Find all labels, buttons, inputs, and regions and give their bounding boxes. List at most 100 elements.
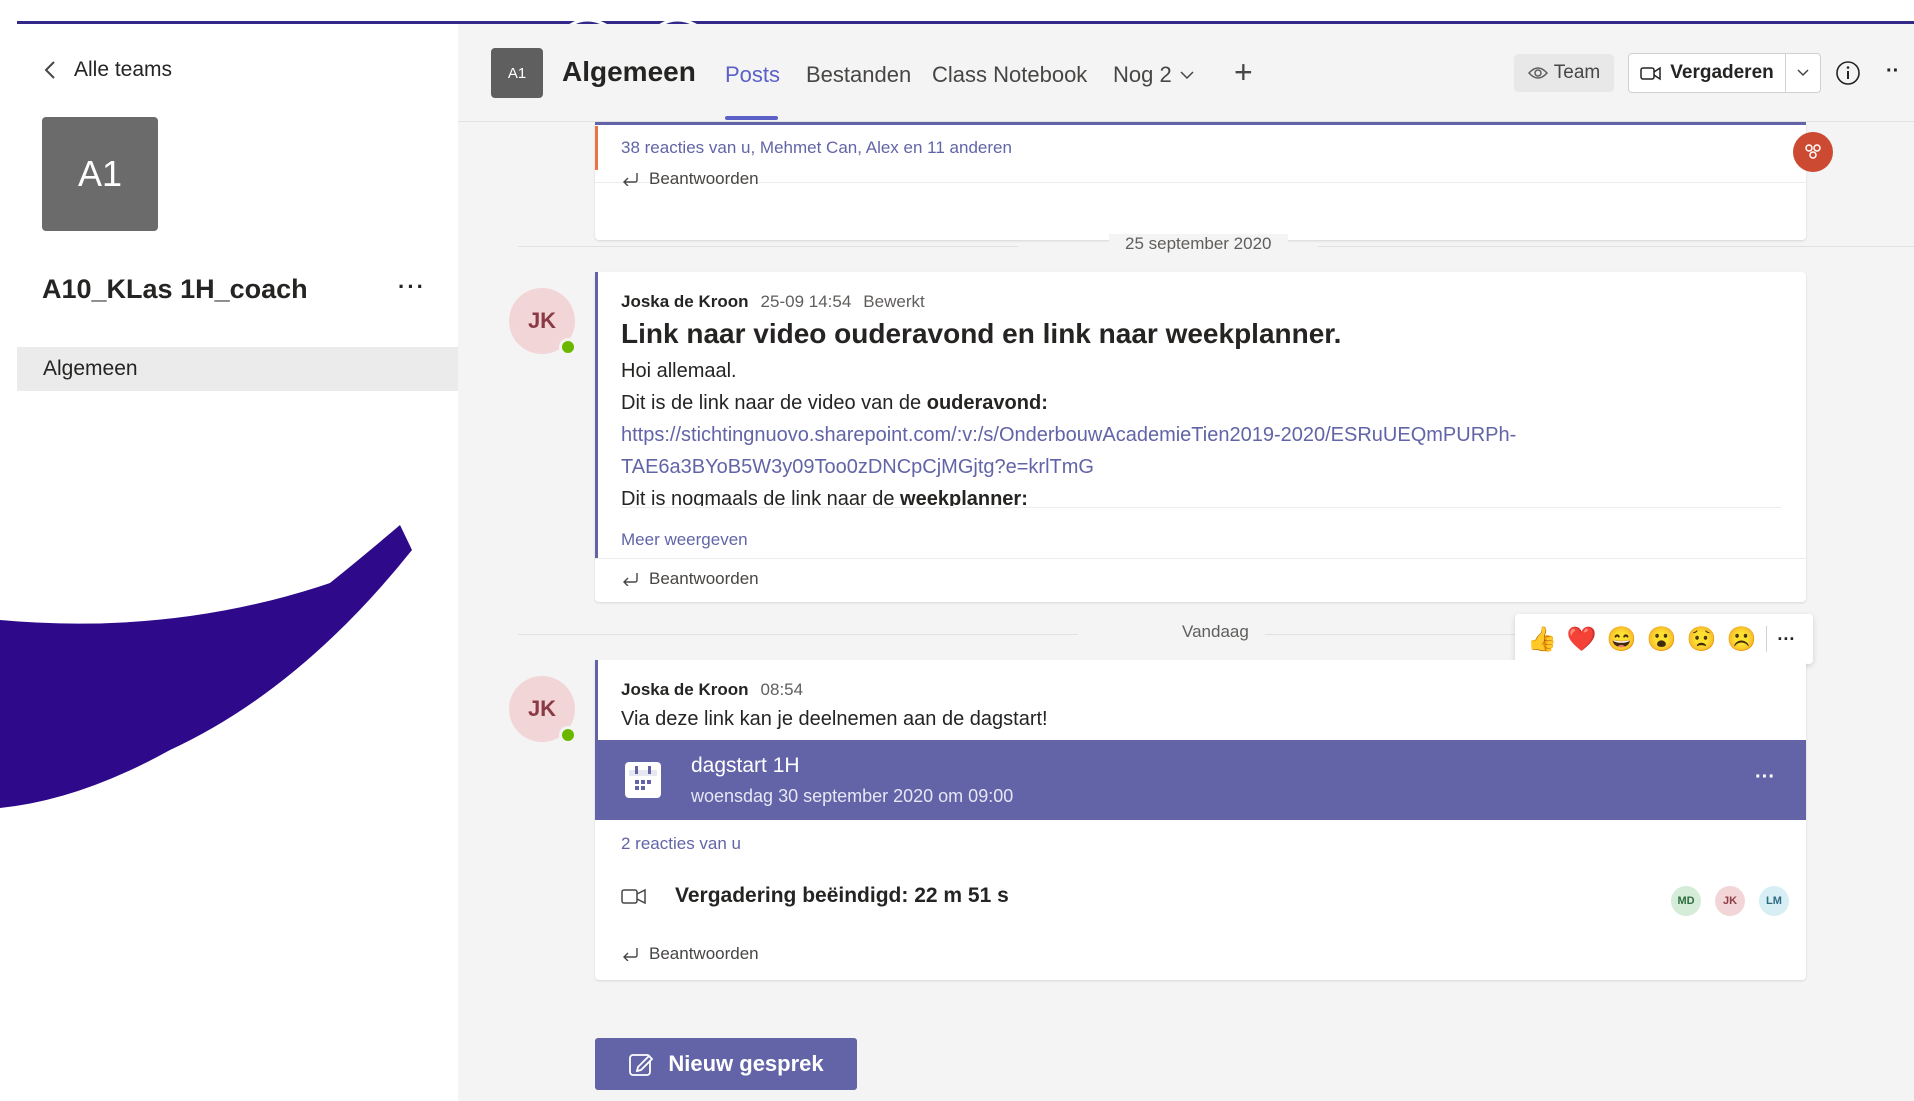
more-options-button[interactable]: ···	[1777, 629, 1795, 650]
participant-avatar[interactable]: JK	[1715, 886, 1745, 916]
reply-button[interactable]: Beantwoorden	[621, 169, 759, 189]
angry-reaction-icon[interactable]: ☹️	[1726, 625, 1756, 654]
message-body-line: Dit is de link naar de video van de oude…	[621, 392, 1048, 415]
presence-available-icon	[559, 726, 577, 744]
participant-avatar[interactable]: LM	[1759, 886, 1789, 916]
meet-button[interactable]: Vergaderen	[1628, 53, 1786, 93]
team-button-label: Team	[1553, 62, 1601, 83]
avatar-initials: JK	[527, 696, 557, 721]
meeting-more-button[interactable]: ···	[1755, 766, 1775, 789]
team-name: A10_KLas 1H_coach	[42, 274, 308, 304]
reactions-summary[interactable]: 38 reacties van u, Mehmet Can, Alex en 1…	[621, 138, 1012, 158]
reply-label: Beantwoorden	[649, 569, 759, 588]
new-conversation-label: Nieuw gesprek	[668, 1051, 824, 1076]
tab-more-label: Nog 2	[1113, 62, 1172, 87]
tab-posts[interactable]: Posts	[725, 62, 780, 88]
date-divider-line	[1318, 246, 1914, 247]
heart-reaction-icon[interactable]: ❤️	[1567, 625, 1597, 654]
card-separator	[595, 558, 1806, 559]
reply-icon	[623, 948, 638, 961]
card-separator	[595, 182, 1806, 183]
participant-avatar[interactable]: MD	[1671, 886, 1701, 916]
video-link-continued[interactable]: TAE6a3BYoB5W3y09Too0zDNCpCjMGjtg?e=krlTm…	[621, 456, 1094, 479]
reply-icon	[623, 573, 638, 586]
tab-class-notebook[interactable]: Class Notebook	[932, 62, 1087, 88]
reaction-separator	[1766, 626, 1768, 652]
channel-title: Algemeen	[562, 56, 696, 87]
channel-icon: A1	[491, 48, 543, 98]
meet-dropdown-button[interactable]	[1785, 53, 1821, 93]
meet-button-label: Vergaderen	[1670, 62, 1774, 83]
avatar[interactable]: JK	[509, 676, 577, 744]
reply-label: Beantwoorden	[649, 169, 759, 188]
chevron-left-icon	[44, 61, 55, 79]
message-author[interactable]: Joska de Kroon	[621, 680, 749, 699]
back-to-teams-link[interactable]: Alle teams	[44, 58, 172, 82]
message-header: Joska de Kroon 25-09 14:54 Bewerkt	[621, 292, 925, 312]
like-reaction-icon[interactable]: 👍	[1527, 625, 1557, 654]
reply-label: Beantwoorden	[649, 944, 759, 963]
body-text: Dit is nogmaals de link naar de	[621, 488, 901, 506]
back-label: Alle teams	[74, 58, 173, 81]
meeting-card[interactable]: dagstart 1H woensdag 30 september 2020 o…	[595, 740, 1806, 820]
decorative-swoosh	[0, 525, 412, 808]
channel-main: A1 Algemeen Posts Bestanden Class Notebo…	[458, 24, 1914, 1101]
message-time: 08:54	[760, 680, 804, 699]
video-camera-icon	[621, 888, 646, 905]
info-icon[interactable]	[1835, 60, 1861, 86]
reactions-summary[interactable]: 2 reacties van u	[621, 834, 741, 854]
eye-icon	[1527, 67, 1548, 79]
reply-button[interactable]: Beantwoorden	[621, 944, 759, 964]
body-text: Dit is de link naar de video van de	[621, 392, 927, 414]
calendar-icon	[625, 762, 661, 798]
body-bold-text: ouderavond:	[926, 392, 1048, 414]
avatar[interactable]: JK	[509, 288, 577, 356]
chevron-down-icon	[1180, 71, 1194, 80]
team-button[interactable]: Team	[1514, 54, 1614, 92]
reaction-bar: 👍 ❤️ 😄 😮 😟 ☹️ ···	[1515, 614, 1813, 664]
date-divider-label: 25 september 2020	[1109, 234, 1288, 254]
message-time: 25-09 14:54	[760, 292, 852, 311]
card-top-border	[595, 122, 1806, 125]
sidebar-item-algemeen[interactable]: Algemeen	[17, 347, 458, 391]
header-more-button[interactable]: ··	[1886, 60, 1899, 83]
message-header: Joska de Kroon 08:54	[621, 680, 803, 700]
card-separator	[621, 507, 1781, 508]
team-alert-icon	[1793, 132, 1833, 172]
message-body-line: Via deze link kan je deelnemen aan de da…	[621, 708, 1048, 730]
message-subject: Link naar video ouderavond en link naar …	[621, 318, 1342, 349]
video-camera-icon	[1640, 66, 1661, 81]
presence-available-icon	[559, 338, 577, 356]
surprised-reaction-icon[interactable]: 😮	[1647, 625, 1677, 654]
date-divider-label: Vandaag	[1166, 622, 1265, 642]
meeting-ended-label: Vergadering beëindigd: 22 m 51 s	[675, 884, 1009, 907]
channel-label: Algemeen	[43, 357, 138, 380]
compose-icon	[629, 1054, 654, 1076]
tab-bestanden[interactable]: Bestanden	[806, 62, 911, 88]
reply-icon	[623, 173, 638, 186]
body-bold-text: weekplanner:	[900, 488, 1028, 506]
message-card: Joska de Kroon 25-09 14:54 Bewerkt Link na…	[595, 272, 1806, 602]
message-author[interactable]: Joska de Kroon	[621, 292, 749, 311]
edited-label: Bewerkt	[863, 292, 925, 311]
video-link[interactable]: https://stichtingnuovo.sharepoint.com/:v…	[621, 424, 1516, 447]
message-card: 38 reacties van u, Mehmet Can, Alex en 1…	[595, 122, 1806, 240]
team-more-button[interactable]: ···	[398, 274, 426, 300]
active-tab-indicator	[725, 116, 778, 120]
avatar-initials: JK	[527, 308, 557, 333]
show-more-link[interactable]: Meer weergeven	[621, 530, 748, 550]
meeting-ended-status: Vergadering beëindigd: 22 m 51 s	[621, 884, 1009, 908]
sad-reaction-icon[interactable]: 😟	[1687, 625, 1717, 654]
meeting-date: woensdag 30 september 2020 om 09:00	[691, 786, 1014, 806]
team-avatar: A1	[42, 117, 158, 231]
new-conversation-button[interactable]: Nieuw gesprek	[595, 1038, 857, 1090]
tab-more[interactable]: Nog 2	[1113, 62, 1194, 88]
date-divider-line	[1258, 634, 1518, 635]
message-body-line: Dit is nogmaals de link naar de weekplan…	[621, 488, 1028, 506]
thread-accent-bar	[595, 660, 598, 740]
laugh-reaction-icon[interactable]: 😄	[1607, 625, 1637, 654]
thread-accent-bar	[595, 272, 598, 558]
reply-button[interactable]: Beantwoorden	[621, 569, 759, 589]
add-tab-button[interactable]: +	[1234, 54, 1253, 91]
meeting-title: dagstart 1H	[691, 754, 800, 777]
